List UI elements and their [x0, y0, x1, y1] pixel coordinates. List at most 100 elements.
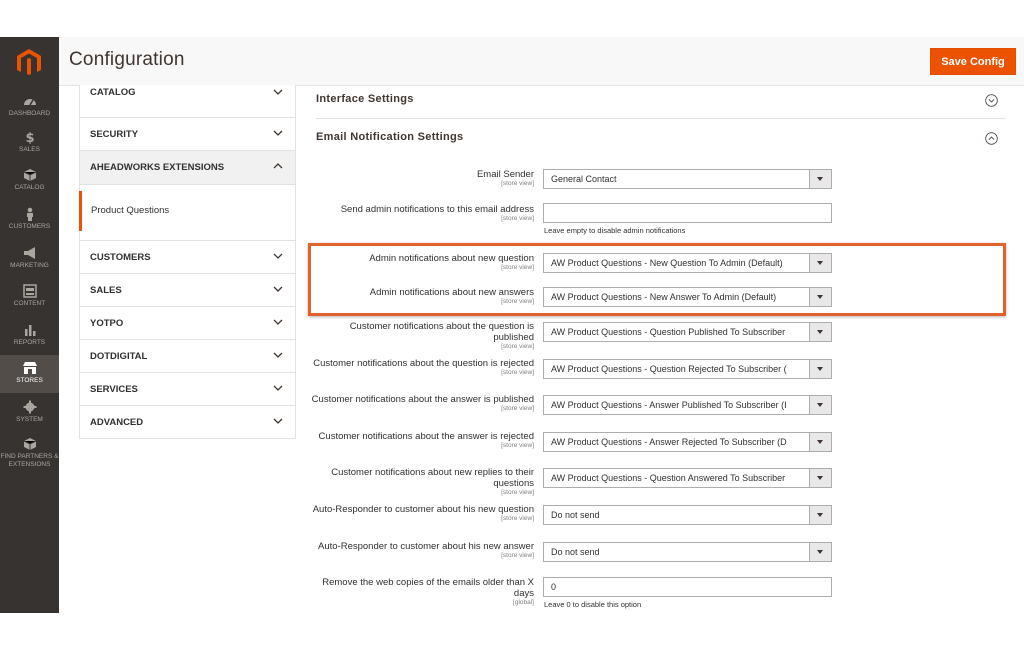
field-label-auto-responder-question: Auto-Responder to customer about his new…	[309, 504, 534, 523]
nav-customers[interactable]: CUSTOMERS	[0, 207, 59, 231]
cube-icon	[23, 169, 36, 181]
nav-partners[interactable]: FIND PARTNERS & EXTENSIONS	[0, 437, 59, 469]
tab-advanced[interactable]: ADVANCED	[79, 406, 296, 439]
scope-label: [store view]	[501, 442, 534, 449]
field-label-question-published: Customer notifications about the questio…	[309, 321, 534, 351]
nav-sales[interactable]: $ SALES	[0, 130, 59, 154]
nav-label: SYSTEM	[16, 416, 43, 423]
tab-catalog[interactable]: CATALOG	[79, 85, 296, 118]
auto-responder-question-select[interactable]: Do not send	[543, 505, 832, 525]
nav-label: STORES	[16, 377, 43, 384]
select-value: AW Product Questions - Question Rejected…	[551, 364, 787, 374]
tab-label: SECURITY	[90, 129, 139, 140]
select-value: Do not send	[551, 510, 600, 520]
content-icon	[22, 284, 37, 298]
admin-sidebar: DASHBOARD $ SALES CATALOG CUSTOMERS MARK…	[0, 37, 59, 613]
tab-sales[interactable]: SALES	[79, 274, 296, 307]
nav-dashboard[interactable]: DASHBOARD	[0, 94, 59, 118]
nav-label: MARKETING	[10, 262, 49, 269]
chevron-down-icon	[273, 130, 283, 136]
field-label-remove-web-copies: Remove the web copies of the emails olde…	[309, 577, 534, 607]
auto-responder-answer-select[interactable]: Do not send	[543, 542, 832, 562]
tab-label: DOTDIGITAL	[90, 351, 148, 362]
save-config-button[interactable]: Save Config	[930, 48, 1016, 75]
tab-label: YOTPO	[90, 318, 124, 329]
dropdown-arrow-icon	[809, 506, 831, 524]
tab-label: ADVANCED	[90, 417, 144, 428]
admin-frame: DASHBOARD $ SALES CATALOG CUSTOMERS MARK…	[0, 37, 1024, 613]
scope-label: [store view]	[501, 180, 534, 187]
magento-logo-icon[interactable]	[14, 47, 44, 77]
field-label-answer-published: Customer notifications about the answer …	[309, 394, 534, 413]
nav-content[interactable]: CONTENT	[0, 284, 59, 308]
tab-label: SERVICES	[90, 384, 138, 395]
remove-days-note: Leave 0 to disable this option	[544, 600, 642, 609]
tab-product-questions[interactable]: Product Questions	[79, 191, 296, 231]
scope-label: [store view]	[501, 405, 534, 412]
field-label-question-rejected: Customer notifications about the questio…	[309, 358, 534, 377]
store-icon	[22, 362, 37, 374]
boxes-icon	[23, 438, 36, 450]
select-value: Do not send	[551, 547, 600, 557]
section-interface-settings[interactable]: Interface Settings	[316, 93, 414, 105]
highlight-box	[308, 243, 1006, 316]
nav-marketing[interactable]: MARKETING	[0, 246, 59, 270]
tab-yotpo[interactable]: YOTPO	[79, 307, 296, 340]
scope-label: [store view]	[501, 515, 534, 522]
chevron-down-icon	[273, 253, 283, 259]
select-value: AW Product Questions - Question Answered…	[551, 473, 786, 483]
page-title: Configuration	[69, 49, 185, 70]
question-rejected-template-select[interactable]: AW Product Questions - Question Rejected…	[543, 359, 832, 379]
config-tabs: CATALOG SECURITY AHEADWORKS EXTENSIONS P…	[79, 85, 296, 439]
nav-stores[interactable]: STORES	[0, 355, 59, 393]
chevron-down-icon	[273, 352, 283, 358]
admin-email-input[interactable]	[543, 203, 832, 223]
tab-security[interactable]: SECURITY	[79, 118, 296, 151]
dropdown-arrow-icon	[809, 396, 831, 414]
chevron-down-icon	[273, 385, 283, 391]
email-sender-select[interactable]: General Contact	[543, 169, 832, 189]
nav-label: CUSTOMERS	[8, 223, 51, 230]
remove-days-input[interactable]: 0	[543, 577, 832, 597]
nav-label: REPORTS	[13, 339, 46, 346]
select-value: AW Product Questions - Answer Published …	[551, 400, 787, 410]
tab-label: Product Questions	[91, 205, 170, 216]
nav-label: DASHBOARD	[8, 110, 51, 117]
tab-dotdigital[interactable]: DOTDIGITAL	[79, 340, 296, 373]
tab-label: CATALOG	[90, 87, 136, 98]
field-label-answer-rejected: Customer notifications about the answer …	[309, 431, 534, 450]
dollar-icon: $	[25, 131, 34, 144]
section-email-notification-settings[interactable]: Email Notification Settings	[316, 131, 463, 143]
field-label-auto-responder-answer: Auto-Responder to customer about his new…	[309, 541, 534, 560]
tab-aheadworks-extensions[interactable]: AHEADWORKS EXTENSIONS	[79, 151, 296, 185]
answer-rejected-template-select[interactable]: AW Product Questions - Answer Rejected T…	[543, 432, 832, 452]
nav-reports[interactable]: REPORTS	[0, 323, 59, 347]
tab-label: CUSTOMERS	[90, 252, 151, 263]
scope-label: [global]	[513, 599, 534, 606]
chevron-down-icon	[273, 319, 283, 325]
nav-label: CONTENT	[13, 300, 46, 307]
dropdown-arrow-icon	[809, 360, 831, 378]
person-icon	[26, 207, 33, 221]
svg-text:$: $	[25, 131, 34, 144]
tab-services[interactable]: SERVICES	[79, 373, 296, 406]
scope-label: [store view]	[501, 215, 534, 222]
select-value: AW Product Questions - Question Publishe…	[551, 327, 786, 337]
dropdown-arrow-icon	[809, 433, 831, 451]
tab-customers[interactable]: CUSTOMERS	[79, 241, 296, 274]
scope-label: [store view]	[501, 552, 534, 559]
nav-label: CATALOG	[14, 184, 45, 191]
question-answered-template-select[interactable]: AW Product Questions - Question Answered…	[543, 468, 832, 488]
nav-catalog[interactable]: CATALOG	[0, 168, 59, 192]
select-value: AW Product Questions - Answer Rejected T…	[551, 437, 787, 447]
admin-email-note: Leave empty to disable admin notificatio…	[544, 226, 686, 235]
expand-circle-icon[interactable]	[985, 94, 998, 107]
collapse-circle-icon[interactable]	[985, 132, 998, 145]
scope-label: [store view]	[501, 489, 534, 496]
dropdown-arrow-icon	[809, 170, 831, 188]
nav-system[interactable]: SYSTEM	[0, 400, 59, 424]
dropdown-arrow-icon	[809, 469, 831, 487]
answer-published-template-select[interactable]: AW Product Questions - Answer Published …	[543, 395, 832, 415]
question-published-template-select[interactable]: AW Product Questions - Question Publishe…	[543, 322, 832, 342]
nav-label: FIND PARTNERS & EXTENSIONS	[0, 453, 59, 468]
